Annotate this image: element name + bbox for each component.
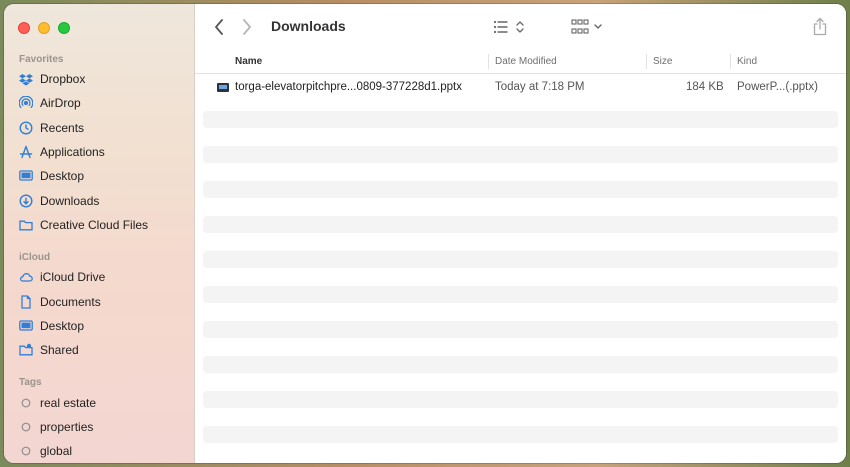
sidebar-item-tag-real-estate[interactable]: real estate: [19, 392, 189, 414]
sidebar-section-favorites: Favorites: [19, 54, 64, 65]
column-header: Name Date Modified Size Kind: [195, 50, 846, 74]
stripe-row: [203, 181, 838, 198]
clock-icon: [19, 121, 33, 135]
list-view-button[interactable]: [493, 18, 527, 36]
airdrop-icon: [19, 96, 33, 110]
window-title: Downloads: [271, 18, 346, 34]
list-view-icon: [493, 20, 524, 34]
file-kind: PowerP...(.pptx): [737, 81, 818, 93]
sidebar-item-applications[interactable]: Applications: [19, 141, 189, 163]
sidebar-item-downloads[interactable]: Downloads: [19, 190, 189, 212]
sidebar-item-label: Recents: [40, 121, 85, 135]
sidebar-item-documents[interactable]: Documents: [19, 291, 189, 313]
sidebar-item-icloud-desktop[interactable]: Desktop: [19, 315, 189, 337]
sidebar-item-label: Applications: [40, 145, 105, 159]
grid-view-icon: [571, 19, 602, 34]
dropbox-icon: [19, 72, 33, 86]
file-row[interactable]: torga-elevatorpitchpre...0809-377228d1.p…: [203, 78, 838, 98]
sidebar-item-label: Creative Cloud Files: [40, 218, 149, 232]
column-divider[interactable]: [730, 54, 731, 69]
file-browser: Downloads Name Date Modified Size Kind t…: [195, 4, 846, 463]
sidebar-item-label: Desktop: [40, 169, 85, 183]
sidebar-item-label: Dropbox: [40, 72, 86, 86]
maximize-window-button[interactable]: [58, 22, 70, 34]
column-kind[interactable]: Kind: [737, 56, 757, 67]
folder-icon: [19, 218, 33, 232]
sidebar-item-label: iCloud Drive: [40, 270, 106, 284]
chevron-left-icon: [215, 19, 223, 35]
document-icon: [19, 295, 33, 309]
close-window-button[interactable]: [18, 22, 30, 34]
share-icon: [813, 17, 827, 35]
sidebar-item-recents[interactable]: Recents: [19, 117, 189, 139]
sidebar-item-label: properties: [40, 420, 94, 434]
pptx-file-icon: [217, 83, 229, 92]
file-size: 184 KB: [686, 81, 724, 93]
stripe-row: [203, 356, 838, 373]
sidebar-item-desktop[interactable]: Desktop: [19, 165, 189, 187]
sidebar: Favorites Dropbox AirDrop Recents Applic…: [4, 4, 195, 463]
tag-circle-icon: [19, 420, 33, 434]
stripe-row: [203, 286, 838, 303]
desktop-icon: [19, 169, 33, 183]
stripe-row: [203, 426, 838, 443]
desktop-icon: [19, 319, 33, 333]
sidebar-item-tag-global[interactable]: global: [19, 440, 189, 462]
file-date-modified: Today at 7:18 PM: [495, 81, 585, 93]
finder-window: Favorites Dropbox AirDrop Recents Applic…: [4, 4, 846, 463]
stripe-row: [203, 391, 838, 408]
sidebar-item-airdrop[interactable]: AirDrop: [19, 92, 189, 114]
column-date-modified[interactable]: Date Modified: [495, 56, 557, 67]
column-name[interactable]: Name: [235, 56, 262, 67]
applications-icon: [19, 145, 33, 159]
sidebar-item-icloud-drive[interactable]: iCloud Drive: [19, 266, 189, 288]
share-button[interactable]: [811, 16, 829, 36]
sidebar-item-creative-cloud-files[interactable]: Creative Cloud Files: [19, 214, 189, 236]
sidebar-item-label: Desktop: [40, 319, 85, 333]
column-size[interactable]: Size: [653, 56, 672, 67]
sidebar-item-label: AirDrop: [40, 96, 81, 110]
window-controls: [18, 22, 70, 34]
sidebar-item-label: Shared: [40, 343, 79, 357]
stripe-row: [203, 251, 838, 268]
file-list-stripes: [203, 76, 838, 461]
tags-button[interactable]: [843, 17, 846, 37]
tag-icon: [845, 27, 846, 28]
sidebar-item-label: Documents: [40, 295, 101, 309]
stripe-row: [203, 146, 838, 163]
sidebar-item-label: real estate: [40, 396, 97, 410]
back-button[interactable]: [209, 17, 229, 37]
stripe-row: [203, 111, 838, 128]
column-divider[interactable]: [488, 54, 489, 69]
shared-folder-icon: [19, 343, 33, 357]
download-icon: [19, 194, 33, 208]
tag-circle-icon: [19, 396, 33, 410]
sidebar-item-label: Downloads: [40, 194, 100, 208]
stripe-row: [203, 216, 838, 233]
sidebar-section-icloud: iCloud: [19, 252, 51, 263]
chevron-right-icon: [243, 19, 251, 35]
cloud-icon: [19, 270, 33, 284]
file-name: torga-elevatorpitchpre...0809-377228d1.p…: [235, 81, 462, 93]
toolbar: Downloads: [195, 4, 846, 50]
group-view-button[interactable]: [571, 18, 605, 36]
forward-button[interactable]: [237, 17, 257, 37]
sidebar-item-shared[interactable]: Shared: [19, 339, 189, 361]
sidebar-item-tag-properties[interactable]: properties: [19, 416, 189, 438]
sidebar-section-tags: Tags: [19, 377, 42, 388]
stripe-row: [203, 321, 838, 338]
column-divider[interactable]: [646, 54, 647, 69]
tag-circle-icon: [19, 444, 33, 458]
minimize-window-button[interactable]: [38, 22, 50, 34]
sidebar-item-label: global: [40, 444, 73, 458]
sidebar-item-dropbox[interactable]: Dropbox: [19, 68, 189, 90]
